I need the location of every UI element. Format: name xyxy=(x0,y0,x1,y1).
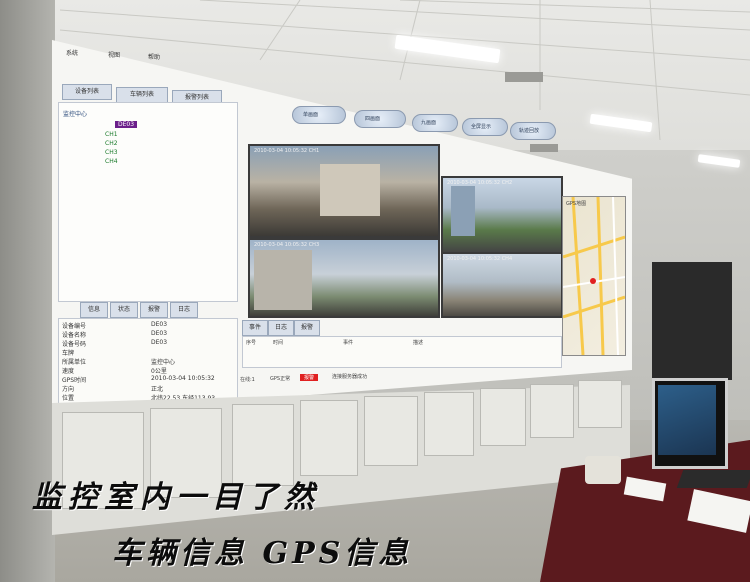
toolbar-label: 全屏显示 xyxy=(471,124,492,130)
tab-alarm[interactable]: 报警 xyxy=(140,302,168,318)
toolbar-label: 单画面 xyxy=(303,112,319,118)
monitor-screen xyxy=(658,385,716,455)
video-caption: 2010-03-04 10:05:32 CH2 xyxy=(447,180,513,186)
menu-item-view[interactable]: 视图 xyxy=(108,50,120,59)
ceiling-vent xyxy=(505,72,543,82)
menu-item-help[interactable]: 帮助 xyxy=(148,52,160,61)
event-log-table: 序号 时间 事件 描述 xyxy=(242,336,562,368)
status-alarm: 报警 xyxy=(300,374,319,381)
status-bar: 在线:1 GPS正常 报警 连接服务器成功 xyxy=(240,372,500,384)
video-caption: 2010-03-04 10:05:32 CH4 xyxy=(447,256,513,262)
building xyxy=(320,164,380,216)
toolbar-label: 轨迹回放 xyxy=(519,128,540,134)
building xyxy=(451,186,475,236)
tree-node-channel[interactable]: CH1 xyxy=(105,131,118,138)
tree-node-center[interactable]: 监控中心 xyxy=(63,109,87,118)
column-header: 序号 xyxy=(246,340,257,346)
info-key: GPS时间 xyxy=(62,377,87,384)
info-key: 设备名称 xyxy=(62,332,87,339)
tree-node-channel[interactable]: CH4 xyxy=(105,158,118,165)
map-roads xyxy=(562,196,626,356)
info-key: 速度 xyxy=(62,368,75,375)
info-value: 监控中心 xyxy=(151,359,176,366)
info-key: 方向 xyxy=(62,386,75,393)
video-pane-4[interactable]: 2010-03-04 10:05:32 CH4 xyxy=(441,252,563,318)
building xyxy=(254,250,312,310)
tab-log[interactable]: 日志 xyxy=(170,302,198,318)
tab-event[interactable]: 事件 xyxy=(242,320,268,336)
info-key: 设备编号 xyxy=(62,323,87,330)
cabinet-door xyxy=(424,392,474,456)
keyboard xyxy=(676,470,750,488)
info-value: DE03 xyxy=(151,321,168,328)
toolbar-button[interactable]: 四画面 xyxy=(354,110,406,128)
info-value: 2010-03-04 10:05:32 xyxy=(151,375,215,382)
info-value: DE03 xyxy=(151,330,168,337)
tree-node-channel[interactable]: CH2 xyxy=(105,140,118,147)
caption-line-2: 车辆信息 GPS信息 xyxy=(112,536,413,571)
toolbar-label: 四画面 xyxy=(365,116,381,122)
device-tree-panel: 监控中心 DE03 CH1 CH2 CH3 CH4 xyxy=(58,102,238,302)
toolbar-button[interactable]: 全屏显示 xyxy=(462,118,508,136)
desk-phone xyxy=(585,456,621,484)
ceiling-vent xyxy=(530,144,558,152)
status-gps: GPS正常 xyxy=(270,376,291,382)
video-caption: 2010-03-04 10:05:32 CH1 xyxy=(254,148,320,154)
tab-alarm-bottom[interactable]: 报警 xyxy=(294,320,320,336)
vehicle-info-panel: 设备编号 DE03 设备名称 DE03 设备号码 DE03 车牌 所属单位 监控… xyxy=(58,318,238,412)
toolbar-button[interactable]: 单画面 xyxy=(292,106,346,124)
tab-device-list[interactable]: 设备列表 xyxy=(62,84,112,100)
menu-bar: 系统 视图 帮助 xyxy=(60,46,180,61)
info-key: 所属单位 xyxy=(62,359,87,366)
menu-item-system[interactable]: 系统 xyxy=(66,48,78,57)
toolbar-button[interactable]: 九画面 xyxy=(412,114,458,132)
tree-node-device[interactable]: DE03 xyxy=(115,121,138,128)
status-connection: 连接服务器成功 xyxy=(332,374,368,380)
video-toolbar: 单画面 四画面 九画面 全屏显示 轨迹回放 xyxy=(292,104,562,140)
cabinet-door xyxy=(364,396,418,466)
video-pane-3[interactable]: 2010-03-04 10:05:32 CH3 xyxy=(248,238,440,318)
info-value: 正北 xyxy=(151,386,164,393)
cabinet-door xyxy=(530,384,574,438)
info-value: DE03 xyxy=(151,339,168,346)
tab-info[interactable]: 信息 xyxy=(80,302,108,318)
map-label: GPS地图 xyxy=(566,201,587,207)
status-online: 在线:1 xyxy=(240,377,255,383)
info-value: 0公里 xyxy=(151,368,167,375)
info-key: 车牌 xyxy=(62,350,75,357)
tree-node-channel[interactable]: CH3 xyxy=(105,149,118,156)
cabinet-door xyxy=(300,400,358,476)
toolbar-label: 九画面 xyxy=(421,120,437,126)
toolbar-button[interactable]: 轨迹回放 xyxy=(510,122,556,140)
cabinet-door xyxy=(480,388,526,446)
tab-vehicle-list[interactable]: 车辆列表 xyxy=(116,87,168,103)
server-cabinet xyxy=(652,262,732,380)
video-caption: 2010-03-04 10:05:32 CH3 xyxy=(254,242,320,248)
cabinet-door xyxy=(578,380,622,428)
tab-status[interactable]: 状态 xyxy=(110,302,138,318)
tab-log-bottom[interactable]: 日志 xyxy=(268,320,294,336)
column-header: 描述 xyxy=(413,340,424,346)
column-header: 时间 xyxy=(273,340,284,346)
info-key: 设备号码 xyxy=(62,341,87,348)
column-header: 事件 xyxy=(343,340,354,346)
caption-line-1: 监控室内一目了然 xyxy=(32,480,320,515)
gps-map[interactable]: GPS地图 xyxy=(562,196,626,356)
info-key: 位置 xyxy=(62,395,75,402)
video-pane-2[interactable]: 2010-03-04 10:05:32 CH2 xyxy=(441,176,563,254)
video-pane-1[interactable]: 2010-03-04 10:05:32 CH1 xyxy=(248,144,440,238)
